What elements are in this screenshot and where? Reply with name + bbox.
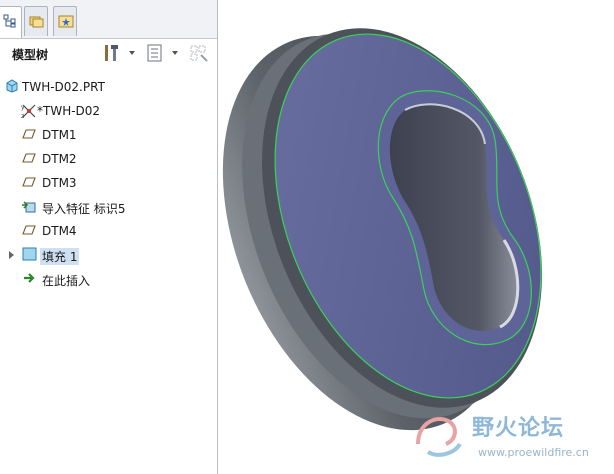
tree-item-label: 在此插入 [42, 274, 91, 288]
datum-plane-icon [22, 177, 36, 187]
fill-feature-icon [22, 247, 37, 261]
tree-item-dtm4[interactable]: DTM4 [0, 220, 217, 242]
watermark-text: 野火论坛 [472, 416, 565, 441]
tree-item-label: DTM4 [42, 224, 77, 238]
tree-item-coordinate-system[interactable]: y z *TWH-D02 [0, 100, 217, 122]
show-dropdown-icon[interactable] [172, 51, 178, 55]
graphics-viewport[interactable] [218, 0, 614, 474]
show-icon[interactable] [146, 44, 164, 62]
import-feature-icon [22, 201, 36, 213]
watermark-logo-icon [416, 416, 462, 457]
tree-item-label: *TWH-D02 [37, 104, 101, 118]
tree-item-part[interactable]: TWH-D02.PRT [0, 76, 217, 98]
folder-browser-icon [29, 16, 44, 28]
expand-arrow-icon[interactable] [9, 251, 14, 259]
settings-dropdown-icon[interactable] [129, 51, 135, 55]
tree-item-insert-here[interactable]: 在此插入 [0, 268, 217, 290]
svg-text:y: y [21, 104, 25, 111]
settings-icon[interactable] [102, 44, 120, 62]
part-model-render[interactable] [218, 0, 614, 474]
tree-item-import-feature[interactable]: 导入特征 标识5 [0, 196, 217, 218]
favorites-icon [58, 15, 74, 28]
filter-icon[interactable] [190, 44, 210, 62]
watermark-url: www.proewildfire.cn [478, 446, 589, 459]
tree-item-label-text: TWH-D02 [43, 104, 101, 118]
part-icon [6, 79, 18, 93]
tree-item-label: DTM3 [42, 176, 77, 190]
tree-item-fill[interactable]: 填充 1 [0, 244, 217, 266]
datum-plane-icon [22, 129, 36, 139]
datum-plane-icon [22, 153, 36, 163]
model-tree-icon [3, 14, 16, 28]
tree-item-dtm2[interactable]: DTM2 [0, 148, 217, 170]
model-tree-title: 模型树 [12, 48, 49, 62]
datum-plane-icon [22, 225, 36, 235]
tree-item-label: 导入特征 标识5 [42, 202, 126, 216]
tab-favorites[interactable] [53, 6, 77, 36]
tree-item-dtm1[interactable]: DTM1 [0, 124, 217, 146]
tab-folder-browser[interactable] [24, 6, 48, 36]
model-tree-toolbar: 模型树 [0, 39, 217, 69]
model-tree-panel: 模型树 TWH-D02.PRT y z *TWH-D02 DTM1 DTM2 D… [0, 0, 218, 474]
tab-model-tree[interactable] [0, 6, 22, 38]
insert-here-arrow-icon [24, 273, 35, 283]
navigator-tabstrip [0, 0, 217, 39]
tree-item-label: TWH-D02.PRT [22, 80, 105, 94]
tree-item-label: 填充 1 [40, 248, 80, 265]
tree-item-label: DTM2 [42, 152, 77, 166]
tree-item-dtm3[interactable]: DTM3 [0, 172, 217, 194]
tree-item-label: DTM1 [42, 128, 77, 142]
svg-text:z: z [21, 113, 24, 119]
